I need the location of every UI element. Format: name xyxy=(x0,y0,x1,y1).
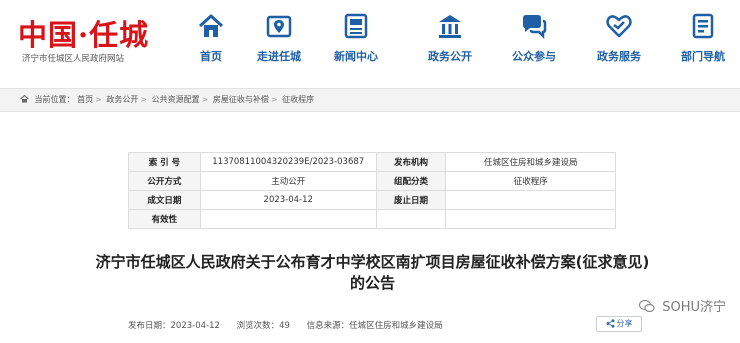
nav-item-services[interactable]: 政务服务 xyxy=(586,12,652,68)
article-meta: 发布日期：2023-04-12 浏览次数：49 信息来源：任城区住房和城乡建设局 xyxy=(128,319,457,331)
breadcrumb-home-icon xyxy=(20,94,29,105)
article-title: 济宁市任城区人民政府关于公布育才中学校区南扩项目房屋征收补偿方案(征求意见)的公… xyxy=(95,253,650,292)
breadcrumb-link-home[interactable]: 首页 xyxy=(77,95,93,104)
nav-item-news[interactable]: 新闻中心 xyxy=(323,12,389,68)
publisher-label: 发布机构 xyxy=(375,152,447,172)
valid-value xyxy=(199,209,377,229)
map-pin-icon xyxy=(265,12,293,40)
breadcrumb-link-procedure[interactable]: 征收程序 xyxy=(282,95,314,104)
view-count: 浏览次数：49 xyxy=(236,321,290,331)
empty-cell xyxy=(376,209,446,229)
breadcrumb-separator: > xyxy=(201,95,209,104)
index-label: 索 引 号 xyxy=(128,152,201,172)
document-list-icon xyxy=(689,12,717,40)
share-label: 分享 xyxy=(616,319,633,328)
nav-item-open-gov[interactable]: 政务公开 xyxy=(417,12,483,68)
nav-label-departments: 部门导航 xyxy=(681,50,725,63)
breadcrumb-prefix: 当前位置： xyxy=(34,95,75,104)
breadcrumb-link-open-gov[interactable]: 政务公开 xyxy=(106,95,138,104)
newspaper-icon xyxy=(342,12,370,40)
building-icon xyxy=(436,12,464,40)
site-header: 中国·任城 济宁市任城区人民政府网站 首页 走进任城 新闻中心 政务公开 公众参… xyxy=(0,0,740,78)
date-label: 成文日期 xyxy=(128,190,201,210)
table-row: 有效性 xyxy=(128,209,616,229)
breadcrumb-link-compensation[interactable]: 房屋征收与补偿 xyxy=(213,95,269,104)
home-icon xyxy=(197,12,225,40)
share-button[interactable]: 分享 xyxy=(596,316,642,332)
nav-item-about[interactable]: 走进任城 xyxy=(246,12,312,68)
date-value: 2023-04-12 xyxy=(199,190,377,210)
nav-label-news: 新闻中心 xyxy=(334,50,378,63)
nav-label-services: 政务服务 xyxy=(597,50,641,63)
wechat-icon xyxy=(638,299,655,317)
breadcrumb-separator: > xyxy=(95,95,102,104)
expire-label: 废止日期 xyxy=(375,190,447,210)
site-subtitle: 济宁市任城区人民政府网站 xyxy=(22,54,125,64)
nav-label-open-gov: 政务公开 xyxy=(428,50,472,63)
heart-hands-icon xyxy=(605,12,633,40)
index-value: 11370811004320239E/2023-03687 xyxy=(199,152,377,172)
logo-title: 中国·任城 xyxy=(18,18,150,52)
site-logo[interactable]: 中国·任城 济宁市任城区人民政府网站 xyxy=(18,12,178,68)
table-row: 成文日期 2023-04-12 废止日期 xyxy=(128,190,616,210)
breadcrumb-separator: > xyxy=(140,95,148,104)
nav-item-departments[interactable]: 部门导航 xyxy=(670,12,736,68)
nav-label-home: 首页 xyxy=(200,50,222,63)
table-row: 索 引 号 11370811004320239E/2023-03687 发布机构… xyxy=(128,152,616,172)
nav-label-participation: 公众参与 xyxy=(512,50,556,63)
main-nav: 首页 走进任城 新闻中心 政务公开 公众参与 政务服务 部门导航 xyxy=(178,12,738,68)
breadcrumb-trail: 当前位置： 首页 > 政务公开 > 公共资源配置 > 房屋征收与补偿 > 征收程序 xyxy=(20,94,314,105)
breadcrumb-link-resources[interactable]: 公共资源配置 xyxy=(152,95,200,104)
breadcrumb: 当前位置： 首页 > 政务公开 > 公共资源配置 > 房屋征收与补偿 > 征收程序 xyxy=(0,88,740,112)
share-icon xyxy=(606,319,614,328)
chat-bubbles-icon xyxy=(520,12,548,40)
table-row: 公开方式 主动公开 组配分类 征收程序 xyxy=(128,171,616,191)
nav-item-home[interactable]: 首页 xyxy=(178,12,244,68)
nav-item-participation[interactable]: 公众参与 xyxy=(501,12,567,68)
empty-cell xyxy=(445,209,616,229)
publish-date: 发布日期：2023-04-12 xyxy=(128,321,220,331)
info-source: 信息来源：任城区住房和城乡建设局 xyxy=(306,321,443,331)
nav-label-about: 走进任城 xyxy=(257,50,301,63)
category-value: 征收程序 xyxy=(445,171,616,191)
sohu-watermark: SOHU济宁 xyxy=(638,296,726,317)
method-label: 公开方式 xyxy=(128,171,201,191)
valid-label: 有效性 xyxy=(128,209,201,229)
category-label: 组配分类 xyxy=(375,171,447,191)
watermark-text: SOHU济宁 xyxy=(662,300,726,315)
publisher-value: 任城区住房和城乡建设局 xyxy=(445,152,616,172)
document-info-table: 索 引 号 11370811004320239E/2023-03687 发布机构… xyxy=(128,152,616,229)
expire-value xyxy=(445,190,616,210)
breadcrumb-separator: > xyxy=(270,95,278,104)
method-value: 主动公开 xyxy=(199,171,377,191)
